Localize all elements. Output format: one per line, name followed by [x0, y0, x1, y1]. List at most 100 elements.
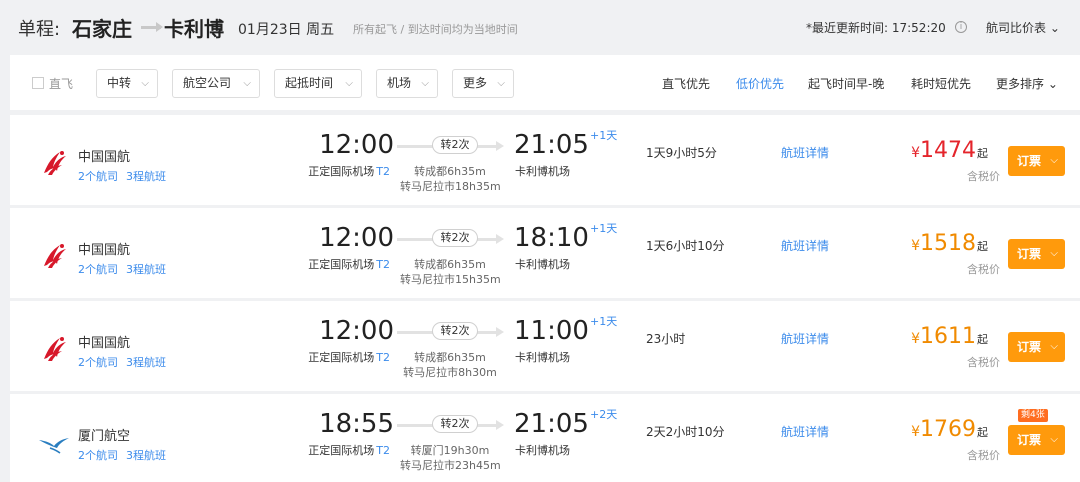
airline-links: 2个航司 3程航班 — [78, 168, 174, 184]
last-updated-time: *最近更新时间: 17:52:20 — [806, 21, 946, 35]
stops-badge[interactable]: 转2次 — [432, 415, 478, 433]
air-china-phoenix-icon — [44, 337, 66, 361]
book-button[interactable]: 订票 ⌵ — [1008, 332, 1065, 362]
airline-links: 2个航司 3程航班 — [78, 447, 174, 463]
flight-details-link[interactable]: 航班详情 — [781, 330, 829, 347]
layover-1: 转成都6h35m — [414, 165, 486, 178]
stops-badge[interactable]: 转2次 — [432, 229, 478, 247]
flight-row: 厦门航空 2个航司 3程航班 18:55 正定国际机场 T2 转2次 转厦门19h3… — [10, 394, 1080, 482]
airlines-count-link[interactable]: 2个航司 — [78, 449, 118, 462]
departure-time: 12:00 — [319, 130, 394, 160]
tax-included-label: 含税价 — [967, 170, 1000, 183]
day-offset: +1天 — [590, 129, 618, 142]
search-header: 单程: 石家庄 卡利博 01月23日 周五 所有起飞 / 到达时间均为当地时间 … — [0, 0, 1080, 55]
more-filters-dropdown[interactable]: 更多 ⌵ — [452, 69, 514, 98]
departure-airport: 正定国际机场 T2 — [308, 165, 390, 178]
layover-2: 转马尼拉市18h35m — [400, 180, 501, 193]
layover-1: 转厦门19h30m — [410, 444, 490, 457]
book-button[interactable]: 订票 ⌵ — [1008, 425, 1065, 455]
airline-compare-link[interactable]: 航司比价表 ⌄ — [986, 19, 1060, 36]
airline-links: 2个航司 3程航班 — [78, 354, 174, 370]
departure-terminal: T2 — [376, 444, 390, 457]
direct-only-label[interactable]: 直飞 — [49, 75, 73, 92]
layover-1: 转成都6h35m — [414, 258, 486, 271]
arrival-airport: 卡利博机场 — [515, 165, 570, 178]
air-china-phoenix-icon — [44, 151, 66, 175]
chevron-down-icon: ⌵ — [1050, 155, 1058, 166]
arrival-time: 21:05 — [514, 130, 589, 160]
chevron-down-icon: ⌵ — [1050, 248, 1058, 259]
day-offset: +1天 — [590, 315, 618, 328]
day-offset: +1天 — [590, 222, 618, 235]
segments-count-link[interactable]: 3程航班 — [126, 170, 166, 183]
seats-left-badge: 剩4张 — [1018, 409, 1048, 422]
route-arrow-icon — [141, 22, 163, 32]
sort-direct-first[interactable]: 直飞优先 — [662, 75, 710, 92]
tax-included-label: 含税价 — [967, 356, 1000, 369]
layover-2: 转马尼拉市15h35m — [400, 273, 501, 286]
sort-lowest-price[interactable]: 低价优先 — [736, 75, 784, 92]
stops-badge[interactable]: 转2次 — [432, 322, 478, 340]
flight-details-link[interactable]: 航班详情 — [781, 237, 829, 254]
sort-shortest-duration[interactable]: 耗时短优先 — [911, 75, 971, 92]
chevron-down-icon: ⌵ — [421, 78, 429, 89]
airlines-count-link[interactable]: 2个航司 — [78, 263, 118, 276]
sort-more-options[interactable]: 更多排序 ⌄ — [996, 75, 1058, 92]
destination-city: 卡利博 — [164, 17, 224, 41]
direct-only-checkbox[interactable] — [32, 77, 44, 89]
travel-date: 01月23日 周五 — [238, 22, 335, 38]
arrival-time: 18:10 — [514, 223, 589, 253]
airport-dropdown[interactable]: 机场 ⌵ — [376, 69, 438, 98]
book-button[interactable]: 订票 ⌵ — [1008, 239, 1065, 269]
departure-airport: 正定国际机场 T2 — [308, 351, 390, 364]
flight-duration: 1天9小时5分 — [646, 146, 717, 160]
airlines-count-link[interactable]: 2个航司 — [78, 170, 118, 183]
departure-time: 18:55 — [319, 409, 394, 439]
flight-row: 中国国航 2个航司 3程航班 12:00 正定国际机场 T2 转2次 转成都6h35… — [10, 301, 1080, 391]
book-button[interactable]: 订票 ⌵ — [1008, 146, 1065, 176]
chevron-down-icon: ⌵ — [345, 78, 353, 89]
sort-departure-time[interactable]: 起飞时间早-晚 — [808, 75, 884, 92]
flight-details-link[interactable]: 航班详情 — [781, 144, 829, 161]
price: ¥1769起 — [911, 417, 988, 442]
arrival-time: 21:05 — [514, 409, 589, 439]
tax-included-label: 含税价 — [967, 449, 1000, 462]
air-china-phoenix-icon — [44, 244, 66, 268]
airlines-count-link[interactable]: 2个航司 — [78, 356, 118, 369]
info-icon[interactable]: i — [955, 21, 967, 33]
chevron-down-icon: ⌵ — [1050, 434, 1058, 445]
xiamen-airlines-egret-icon — [39, 438, 69, 454]
price: ¥1474起 — [911, 138, 988, 163]
segments-count-link[interactable]: 3程航班 — [126, 356, 166, 369]
segments-count-link[interactable]: 3程航班 — [126, 263, 166, 276]
airline-links: 2个航司 3程航班 — [78, 261, 174, 277]
stops-badge[interactable]: 转2次 — [432, 136, 478, 154]
local-time-note: 所有起飞 / 到达时间均为当地时间 — [353, 23, 518, 36]
day-offset: +2天 — [590, 408, 618, 421]
departure-terminal: T2 — [376, 351, 390, 364]
layover-2: 转马尼拉市8h30m — [403, 366, 497, 379]
arrival-airport: 卡利博机场 — [515, 444, 570, 457]
flight-row: 中国国航 2个航司 3程航班 12:00 正定国际机场 T2 转2次 转成都6h35… — [10, 115, 1080, 205]
airline-name: 中国国航 — [78, 243, 131, 258]
chevron-down-icon: ⌵ — [1050, 341, 1058, 352]
airline-name: 中国国航 — [78, 150, 131, 165]
airline-dropdown[interactable]: 航空公司 ⌵ — [172, 69, 260, 98]
price: ¥1518起 — [911, 231, 988, 256]
filter-bar: 直飞 中转 ⌵ 航空公司 ⌵ 起抵时间 ⌵ 机场 ⌵ 更多 ⌵ 直飞优先 低价优先 起飞时… — [10, 55, 1080, 110]
departure-airport: 正定国际机场 T2 — [308, 258, 390, 271]
flight-details-link[interactable]: 航班详情 — [781, 423, 829, 440]
departure-terminal: T2 — [376, 165, 390, 178]
flight-duration: 2天2小时10分 — [646, 425, 725, 439]
tax-included-label: 含税价 — [967, 263, 1000, 276]
origin-city: 石家庄 — [72, 17, 132, 41]
time-dropdown[interactable]: 起抵时间 ⌵ — [274, 69, 362, 98]
departure-time: 12:00 — [319, 223, 394, 253]
trip-type-label: 单程: — [18, 19, 61, 40]
transfer-dropdown[interactable]: 中转 ⌵ — [96, 69, 158, 98]
arrival-time: 11:00 — [514, 316, 589, 346]
chevron-down-icon: ⌵ — [243, 78, 251, 89]
arrival-airport: 卡利博机场 — [515, 258, 570, 271]
arrival-airport: 卡利博机场 — [515, 351, 570, 364]
segments-count-link[interactable]: 3程航班 — [126, 449, 166, 462]
